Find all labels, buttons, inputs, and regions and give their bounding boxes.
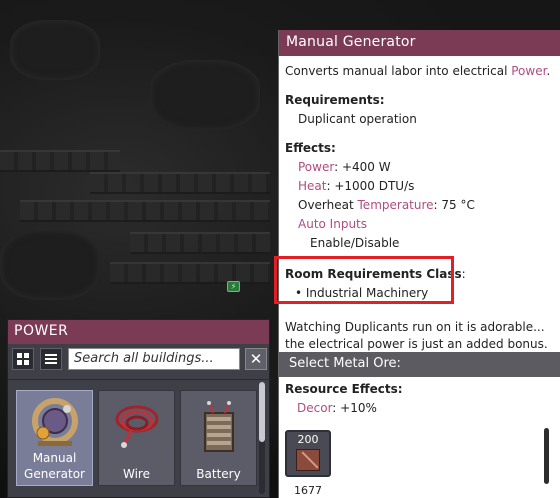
copper-ore-icon — [296, 449, 320, 471]
effect-value: +400 W — [341, 160, 391, 174]
temperature-link[interactable]: Temperature — [358, 198, 434, 212]
building-label: Battery — [196, 467, 241, 481]
building-manual-generator[interactable]: Manual Generator — [16, 390, 93, 486]
tile-row — [110, 262, 270, 284]
resource-effects-heading: Resource Effects: — [285, 382, 403, 396]
requirement-item: Duplicant operation — [298, 112, 417, 126]
manual-generator-icon — [31, 398, 78, 446]
effect-key[interactable]: Heat — [298, 179, 326, 193]
tile-row — [130, 232, 270, 254]
requirements-heading: Requirements: — [285, 93, 385, 107]
panel-divider — [8, 379, 271, 380]
battery-icon — [203, 401, 234, 452]
wire-icon — [115, 405, 158, 448]
tile-row — [0, 150, 120, 172]
panel-scrollbar[interactable] — [259, 382, 265, 494]
rock-formation — [10, 20, 100, 80]
power-overlay-icon[interactable]: ⚡ — [227, 281, 240, 292]
panel-scrollbar-thumb[interactable] — [259, 382, 265, 442]
list-icon — [45, 354, 57, 364]
building-battery[interactable]: Battery — [180, 390, 257, 486]
select-ore-header: Select Metal Ore: — [279, 352, 560, 377]
grid-icon — [17, 353, 29, 365]
clear-search-button[interactable]: ✕ — [245, 348, 267, 370]
overheat-value: : 75 °C — [433, 198, 475, 212]
ore-available: 1677 — [294, 484, 322, 497]
ore-select-tile[interactable]: 200 — [285, 430, 331, 477]
decor-link[interactable]: Decor — [297, 401, 332, 415]
decor-value: : +10% — [332, 401, 377, 415]
auto-inputs-label[interactable]: Auto Inputs — [285, 215, 554, 234]
effect-power: Power: +400 W — [285, 158, 554, 177]
card-title: Manual Generator — [279, 30, 560, 56]
card-scrollbar[interactable] — [544, 428, 549, 484]
building-grid: Manual Generator Wire Battery — [16, 390, 257, 490]
highlight-box — [274, 256, 454, 304]
power-build-panel: POWER Search all buildings... ✕ Manual G… — [7, 319, 271, 498]
list-view-button[interactable] — [40, 348, 62, 370]
resource-effects: Resource Effects: Decor: +10% — [285, 380, 403, 418]
effect-key[interactable]: Power — [298, 160, 334, 174]
description-text: Converts manual labor into electrical — [285, 64, 512, 78]
building-label: Wire — [123, 467, 150, 481]
auto-inputs-value: Enable/Disable — [310, 236, 400, 250]
panel-title: POWER — [8, 320, 269, 344]
close-icon: ✕ — [249, 350, 263, 368]
panel-toolbar: Search all buildings... ✕ — [12, 348, 268, 372]
power-link[interactable]: Power — [511, 64, 546, 78]
effect-heat: Heat: +1000 DTU/s — [285, 177, 554, 196]
building-label: Manual Generator — [24, 451, 85, 481]
rock-formation — [150, 60, 260, 130]
room-heading-colon: : — [461, 267, 466, 281]
description-end: . — [546, 64, 551, 78]
search-input[interactable]: Search all buildings... — [68, 348, 240, 370]
tile-row — [90, 172, 270, 194]
effect-sep: : — [334, 160, 342, 174]
tile-row — [20, 200, 270, 222]
rock-formation — [0, 230, 100, 300]
resource-effect-decor: Decor: +10% — [285, 399, 403, 418]
building-description: Converts manual labor into electrical Po… — [285, 62, 554, 81]
ore-required: 200 — [297, 433, 319, 446]
overheat-label: Overheat — [298, 198, 358, 212]
effect-overheat: Overheat Temperature: 75 °C — [285, 196, 554, 215]
building-wire[interactable]: Wire — [98, 390, 175, 486]
effect-value: +1000 DTU/s — [334, 179, 415, 193]
flavor-text: Watching Duplicants run on it is adorabl… — [285, 320, 548, 351]
building-info-card: Manual Generator Converts manual labor i… — [274, 30, 560, 498]
grid-view-button[interactable] — [12, 348, 34, 370]
effects-heading: Effects: — [285, 141, 336, 155]
